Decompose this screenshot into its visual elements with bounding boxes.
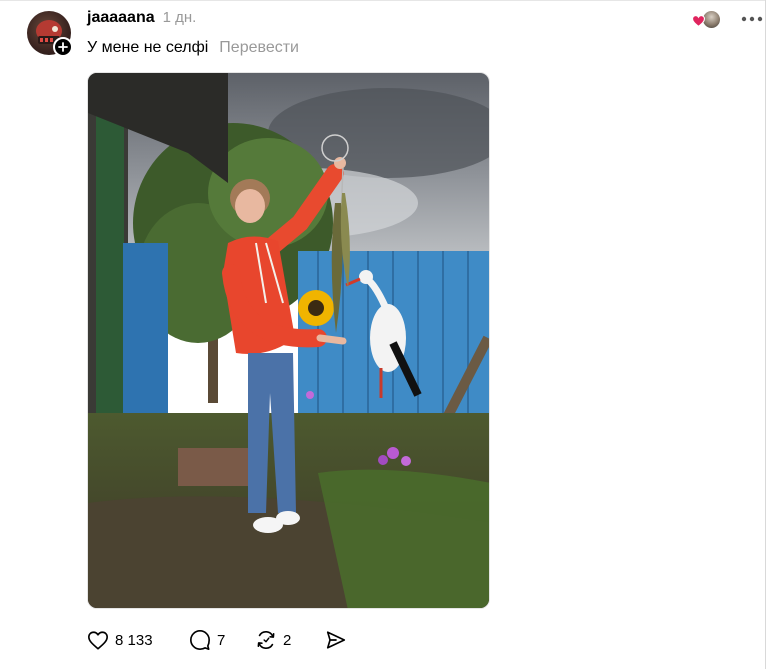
like-button[interactable]: 8 133 xyxy=(87,630,189,651)
frame-top-border xyxy=(0,0,766,1)
share-button[interactable] xyxy=(325,629,347,651)
post-photo[interactable] xyxy=(87,72,490,609)
plus-icon xyxy=(58,42,68,52)
post-header: jaaaaana 1 дн. xyxy=(87,9,196,31)
like-count: 8 133 xyxy=(115,631,153,649)
repost-count: 2 xyxy=(283,631,292,649)
heart-icon xyxy=(692,15,705,27)
comment-button[interactable]: 7 xyxy=(189,629,255,651)
more-icon xyxy=(741,16,763,22)
repost-button[interactable]: 2 xyxy=(255,629,325,651)
author-username[interactable]: jaaaaana xyxy=(87,9,155,27)
post-caption: У мене не селфі xyxy=(87,39,209,56)
author-avatar-container[interactable] xyxy=(27,11,73,57)
comment-count: 7 xyxy=(217,631,226,649)
post-caption-row: У мене не селфі Перевести xyxy=(87,39,299,57)
translate-link[interactable]: Перевести xyxy=(219,39,299,57)
more-options-button[interactable] xyxy=(738,8,766,30)
send-icon xyxy=(326,631,346,649)
heart-icon xyxy=(88,630,108,650)
post-actions: 8 133 7 2 xyxy=(87,627,347,653)
comment-icon xyxy=(190,630,210,650)
photo-illustration xyxy=(88,73,489,608)
reactions-preview[interactable] xyxy=(692,9,722,31)
repost-icon xyxy=(257,630,275,650)
follow-button[interactable] xyxy=(53,37,73,57)
post-timestamp[interactable]: 1 дн. xyxy=(163,9,197,26)
